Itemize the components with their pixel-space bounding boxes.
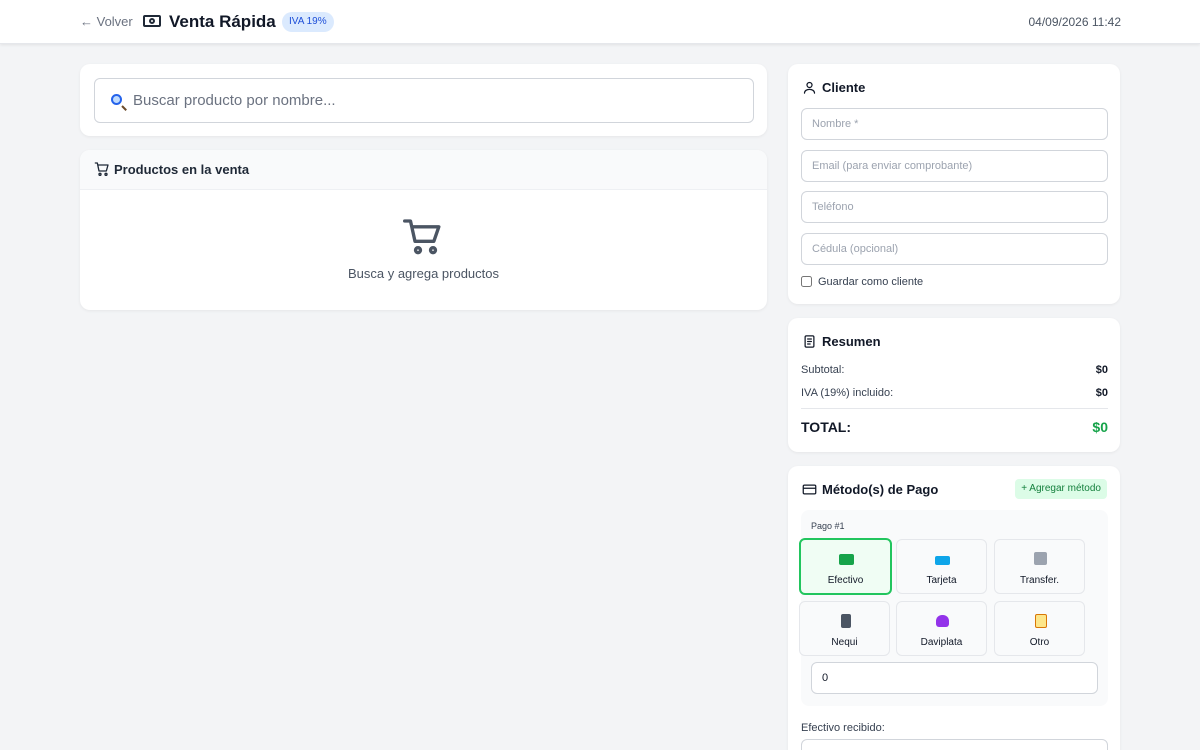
payment-entry: Pago #1 Efectivo Tarjeta Transfer. Nequi… [799, 510, 1108, 706]
cliente-title: Cliente [822, 80, 866, 95]
empty-cart-icon [403, 219, 441, 255]
phone-icon [841, 614, 851, 628]
add-method-button[interactable]: + Agregar método [1015, 479, 1107, 499]
subtotal-row: Subtotal: $0 [801, 364, 1108, 376]
search-box [94, 78, 754, 123]
subtotal-label: Subtotal: [801, 364, 845, 376]
payment-title: Método(s) de Pago [822, 482, 939, 497]
iva-badge: IVA 19% [282, 12, 334, 32]
method-label: Otro [1029, 637, 1050, 648]
iva-label: IVA (19%) incluido: [801, 387, 894, 399]
summary-divider [801, 408, 1108, 409]
method-label: Tarjeta [926, 575, 957, 586]
method-daviplata[interactable]: Daviplata [896, 601, 987, 656]
method-nequi[interactable]: Nequi [799, 601, 890, 656]
name-field[interactable] [801, 108, 1108, 140]
phone-field[interactable] [801, 191, 1108, 223]
products-card: Productos en la venta Busca y agrega pro… [80, 150, 767, 310]
user-icon [803, 81, 816, 94]
back-link[interactable]: ← Volver [80, 14, 133, 29]
cash-register-icon [143, 15, 161, 27]
subtotal-value: $0 [1095, 364, 1108, 376]
summary-card: Resumen Subtotal: $0 IVA (19%) incluido:… [788, 318, 1120, 452]
credit-card-icon [802, 484, 817, 495]
cash-icon [839, 554, 854, 565]
payment-number-label: Pago #1 [811, 521, 845, 531]
bank-icon [1034, 552, 1047, 565]
method-label: Efectivo [827, 575, 864, 586]
page-title: Venta Rápida [169, 12, 276, 31]
cart-icon [94, 162, 109, 176]
datetime: 04/09/2026 11:42 [1028, 15, 1121, 29]
payment-header: Método(s) de Pago [802, 482, 938, 497]
cash-received-input[interactable] [801, 739, 1108, 750]
save-customer-row: Guardar como cliente [801, 276, 923, 288]
email-field[interactable] [801, 150, 1108, 182]
cliente-card: Cliente Guardar como cliente [788, 64, 1120, 304]
cash-received-label: Efectivo recibido: [801, 722, 885, 734]
products-header: Productos en la venta [80, 150, 767, 190]
search-card [80, 64, 767, 136]
summary-header: Resumen [802, 334, 881, 349]
iva-value: $0 [1095, 387, 1108, 399]
total-row: TOTAL: $0 [801, 419, 1108, 435]
purple-heart-icon [936, 615, 949, 627]
method-label: Transfer. [1019, 575, 1060, 586]
method-label: Daviplata [920, 637, 963, 648]
save-customer-checkbox[interactable] [801, 276, 812, 287]
receipt-icon [804, 335, 815, 348]
id-field[interactable] [801, 233, 1108, 265]
cliente-header: Cliente [802, 80, 865, 95]
card-icon [935, 556, 950, 565]
total-value: $0 [1092, 419, 1108, 435]
iva-row: IVA (19%) incluido: $0 [801, 387, 1108, 399]
summary-title: Resumen [822, 334, 881, 349]
method-tarjeta[interactable]: Tarjeta [896, 539, 987, 594]
payment-card: Método(s) de Pago + Agregar método Pago … [788, 466, 1120, 750]
method-transferencia[interactable]: Transfer. [994, 539, 1085, 594]
empty-state-text: Busca y agrega productos [347, 266, 500, 281]
save-customer-label: Guardar como cliente [818, 276, 924, 288]
products-title: Productos en la venta [114, 162, 250, 177]
clipboard-icon [1035, 614, 1047, 628]
search-input[interactable] [133, 79, 733, 122]
method-otro[interactable]: Otro [994, 601, 1085, 656]
method-efectivo[interactable]: Efectivo [799, 538, 892, 595]
total-label: TOTAL: [801, 419, 852, 435]
method-label: Nequi [831, 637, 858, 648]
top-bar: ← Volver Venta Rápida IVA 19% 04/09/2026… [0, 0, 1200, 44]
payment-amount-input[interactable] [811, 662, 1098, 694]
search-icon [111, 94, 122, 105]
